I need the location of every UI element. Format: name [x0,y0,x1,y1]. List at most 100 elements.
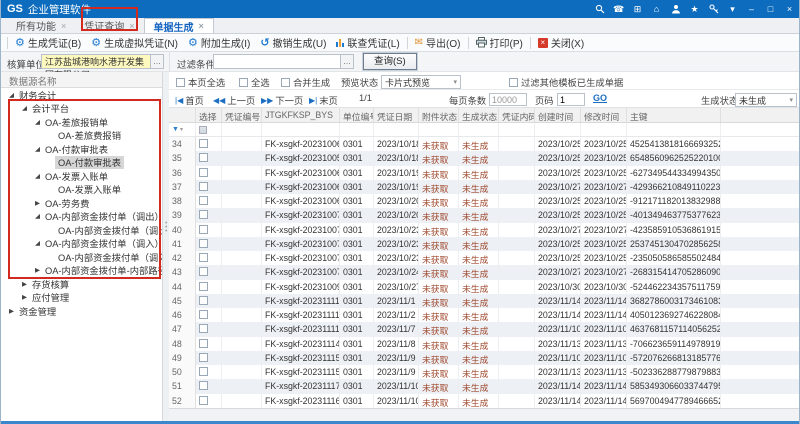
tree-item-OA-内部资金拨付单（调出单位凭证）[interactable]: OA-内部资金拨付单（调出单位凭证） [1,223,162,237]
table-row-41[interactable]: 41FK-xsgkf-20231007303012023/10/23未获取未生成… [169,237,800,251]
cell-选择[interactable] [196,166,222,180]
tree-item-OA-内部资金拨付单（调出）[interactable]: ◢OA-内部资金拨付单（调出） [1,210,162,224]
row-checkbox[interactable] [199,381,208,390]
column-header-JTGKFKSP_BYS[interactable]: JTGKFKSP_BYS [262,108,340,122]
row-checkbox[interactable] [199,267,208,276]
cell-选择[interactable] [196,237,222,251]
row-checkbox[interactable] [199,396,208,405]
row-checkbox[interactable] [199,182,208,191]
table-row-42[interactable]: 42FK-xsgkf-20231007403012023/10/23未获取未生成… [169,251,800,265]
row-checkbox[interactable] [199,139,208,148]
select-all-checkbox[interactable]: 全选 [239,75,270,89]
tree-item-OA-劳务费[interactable]: ▶OA-劳务费 [1,196,162,210]
page-number-input[interactable] [557,93,585,106]
go-link[interactable]: GO [593,93,607,103]
collapse-icon[interactable]: ◢ [20,104,29,112]
cell-选择[interactable] [196,251,222,265]
table-row-37[interactable]: 37FK-xsgkf-20231006803012023/10/19未获取未生成… [169,180,800,194]
tab-所有功能[interactable]: 所有功能× [7,18,75,33]
accounting-unit-field[interactable]: 江苏盐城港响水港开发集团有限公司 [41,54,151,69]
row-checkbox[interactable] [199,168,208,177]
key-icon[interactable] [708,4,719,14]
table-row-34[interactable]: 34FK-xsgkf-20231006203012023/10/18未获取未生成… [169,137,800,151]
cell-选择[interactable] [196,265,222,279]
close-icon[interactable]: × [784,4,795,14]
column-header-主键[interactable]: 主键 [627,108,721,122]
cell-选择[interactable] [196,194,222,208]
tree-item-存货核算[interactable]: ▶存货核算 [1,277,162,291]
row-checkbox[interactable] [199,324,208,333]
row-checkbox[interactable] [199,210,208,219]
tab-单据生成[interactable]: 单据生成× [144,18,214,33]
gen-status-select[interactable]: 未生成▾ [735,93,797,107]
filter-grid-icon[interactable] [199,126,207,134]
table-row-44[interactable]: 44FK-xsgkf-20231009303012023/10/27未获取未生成… [169,280,800,294]
cell-选择[interactable] [196,137,222,151]
toolbar-button-撤销生成(U)[interactable]: ↺撤销生成(U) [255,35,331,50]
row-checkbox[interactable] [199,239,208,248]
restore-icon[interactable]: □ [765,4,776,14]
table-row-52[interactable]: 52FK-xsgkf-20231116903012023/11/10未获取未生成… [169,394,800,408]
home-icon[interactable]: ⌂ [651,4,662,14]
user-icon[interactable] [670,4,681,14]
accounting-unit-more-button[interactable]: … [150,54,164,69]
cell-选择[interactable] [196,351,222,365]
tree-item-OA-发票入账单[interactable]: OA-发票入账单 [1,183,162,197]
row-checkbox[interactable] [199,153,208,162]
cell-选择[interactable] [196,308,222,322]
tree-item-OA-内部资金拨付单（调入）[interactable]: ◢OA-内部资金拨付单（调入） [1,237,162,251]
star-icon[interactable]: ★ [689,4,700,14]
first-page-button[interactable]: |◀首页 [175,93,204,107]
per-page-input[interactable] [489,93,527,106]
table-row-43[interactable]: 43FK-xsgkf-20231007503012023/10/24未获取未生成… [169,265,800,279]
cell-选择[interactable] [196,394,222,408]
toolbar-button-附加生成(I)[interactable]: ⚙附加生成(I) [183,35,255,50]
tree-item-OA-付款审批表[interactable]: ◢OA-付款审批表 [1,142,162,156]
cell-选择[interactable] [196,322,222,336]
column-header-单位编号[interactable]: 单位编号 [340,108,374,122]
cell-选择[interactable] [196,365,222,379]
column-header-凭证编号[interactable]: 凭证编号 [222,108,262,122]
row-checkbox[interactable] [199,282,208,291]
tree-item-资金管理[interactable]: ▶资金管理 [1,304,162,318]
column-header-修改时间[interactable]: 修改时间 [581,108,627,122]
table-row-51[interactable]: 51FK-xsgkf-20231117003012023/11/10未获取未生成… [169,379,800,393]
expand-icon[interactable]: ▶ [20,280,29,288]
chevron-down-icon[interactable]: ▾ [727,4,738,14]
toolbar-button-生成虚拟凭证(N)[interactable]: ⚙生成虚拟凭证(N) [86,35,183,50]
column-header-凭证日期[interactable]: 凭证日期 [374,108,419,122]
filter-other-checkbox[interactable]: 过滤其他模板已生成单据 [509,75,623,89]
cell-选择[interactable] [196,180,222,194]
table-row-47[interactable]: 47FK-xsgkf-20231111903012023/11/7未获取未生成2… [169,322,800,336]
toolbar-button-导出(O)[interactable]: ✉导出(O) [410,35,466,50]
row-checkbox[interactable] [199,296,208,305]
tree-item-财务会计[interactable]: ◢财务会计 [1,88,162,102]
cell-选择[interactable] [196,151,222,165]
table-row-35[interactable]: 35FK-xsgkf-20231005603012023/10/18未获取未生成… [169,151,800,165]
filter-condition-input[interactable] [213,54,341,69]
tab-close-icon[interactable]: × [129,21,134,31]
toolbar-button-打印(P)[interactable]: 打印(P) [471,35,528,50]
collapse-icon[interactable]: ◢ [33,118,42,126]
tree-item-OA-差旅费报销[interactable]: OA-差旅费报销 [1,129,162,143]
table-row-38[interactable]: 38FK-xsgkf-20231006903012023/10/20未获取未生成… [169,194,800,208]
expand-icon[interactable]: ▶ [33,199,42,207]
collapse-icon[interactable]: ◢ [33,239,42,247]
row-checkbox[interactable] [199,225,208,234]
checkbox-icon[interactable] [176,78,185,87]
filter-funnel-icon[interactable]: ▼ [172,126,179,133]
apps-icon[interactable]: ⊞ [632,4,643,14]
toolbar-button-关闭(X)[interactable]: ×关闭(X) [533,35,589,50]
horizontal-scrollbar[interactable] [169,408,800,421]
row-checkbox[interactable] [199,339,208,348]
minimize-icon[interactable]: – [746,4,757,14]
phone-icon[interactable]: ☎ [613,4,624,14]
tree-item-应付管理[interactable]: ▶应付管理 [1,291,162,305]
cell-选择[interactable] [196,294,222,308]
expand-icon[interactable]: ▶ [7,307,16,315]
select-page-checkbox[interactable]: 本页全选 [176,75,225,89]
table-row-45[interactable]: 45FK-xsgkf-20231111003012023/11/1未获取未生成2… [169,294,800,308]
cell-选择[interactable] [196,337,222,351]
collapse-icon[interactable]: ◢ [7,91,16,99]
table-filter-row[interactable]: ▼▾ [169,123,800,137]
